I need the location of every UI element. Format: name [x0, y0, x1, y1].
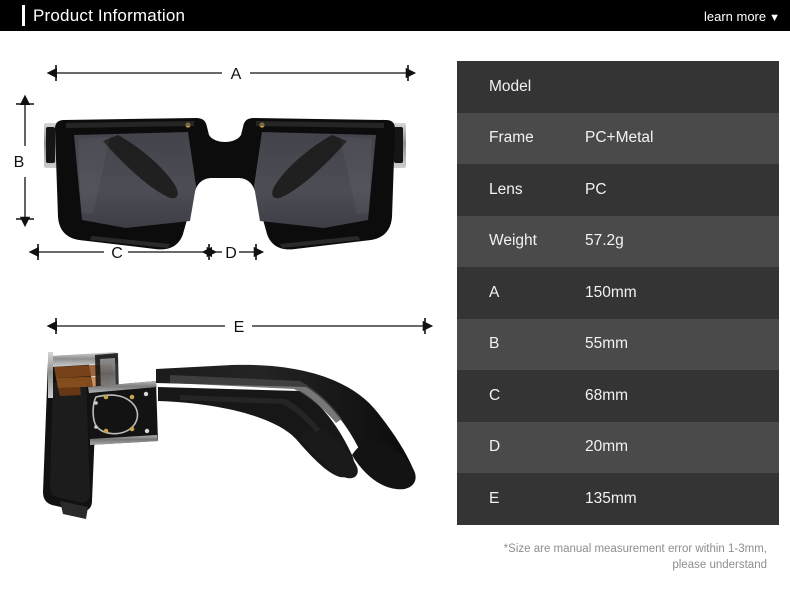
spec-label: Weight: [489, 232, 537, 250]
screw-icon: [103, 428, 109, 434]
dimension-label-b: B: [14, 154, 25, 171]
screw-icon: [103, 394, 109, 400]
sunglasses-front-view: [44, 118, 406, 250]
dimension-label-c: C: [111, 245, 123, 262]
screw-icon: [143, 391, 149, 397]
spec-label: C: [489, 386, 501, 404]
dimension-line-e: E: [46, 318, 434, 336]
spec-label: D: [489, 438, 501, 456]
sunglasses-dimension-diagram: A B C D E: [14, 65, 434, 519]
learn-more-button[interactable]: learn more ▼: [704, 9, 780, 26]
table-row: Weight 57.2g: [457, 215, 779, 267]
table-row: E 135mm: [457, 473, 779, 525]
measurement-note-line-1: *Size are manual measurement error withi…: [503, 543, 767, 555]
spec-value: PC: [585, 180, 607, 198]
spec-label: B: [489, 335, 500, 353]
product-diagram-panel: A B C D E: [0, 31, 457, 599]
page-header: Product Information learn more ▼: [0, 0, 790, 31]
product-information-page: Product Information learn more ▼ A B C D…: [0, 0, 790, 599]
table-row: A 150mm: [457, 267, 779, 319]
table-row: D 20mm: [457, 421, 779, 473]
dimension-label-a: A: [231, 66, 242, 83]
dimension-label-e: E: [234, 319, 245, 336]
learn-more-label: learn more: [703, 9, 767, 24]
page-title: Product Information: [33, 6, 186, 25]
table-row: Frame PC+Metal: [457, 112, 779, 164]
spec-value: 57.2g: [585, 232, 624, 250]
screw-icon: [144, 428, 150, 434]
spec-value: 68mm: [585, 386, 629, 404]
spec-value: 150mm: [585, 283, 637, 301]
spec-label: Model: [489, 77, 532, 95]
spec-label: Lens: [489, 180, 523, 198]
sunglasses-side-view: [43, 352, 416, 519]
measurement-note: *Size are manual measurement error withi…: [457, 541, 779, 573]
dimension-line-a: A: [46, 65, 417, 83]
table-row: C 68mm: [457, 370, 779, 422]
header-accent-bar: [22, 5, 25, 26]
spec-label: A: [489, 283, 500, 301]
table-row: Lens PC: [457, 164, 779, 216]
table-row: Model: [457, 61, 779, 113]
spec-label: E: [489, 489, 500, 507]
spec-value: 135mm: [585, 489, 637, 507]
dimension-line-c: C: [28, 244, 218, 262]
spec-value: 55mm: [585, 335, 629, 353]
dimension-label-d: D: [225, 245, 237, 262]
screw-icon: [129, 426, 135, 432]
spec-value: 20mm: [585, 438, 629, 456]
dimension-line-d: D: [201, 244, 265, 262]
measurement-note-line-2: please understand: [672, 559, 767, 571]
chevron-down-icon: ▼: [769, 12, 780, 24]
spec-label: Frame: [489, 129, 534, 147]
spec-value: PC+Metal: [585, 129, 654, 147]
specification-table: Model Frame PC+Metal Lens PC Weight 57.2…: [457, 61, 779, 525]
table-row: B 55mm: [457, 318, 779, 370]
dimension-line-b: B: [14, 94, 34, 228]
screw-icon: [129, 394, 135, 400]
